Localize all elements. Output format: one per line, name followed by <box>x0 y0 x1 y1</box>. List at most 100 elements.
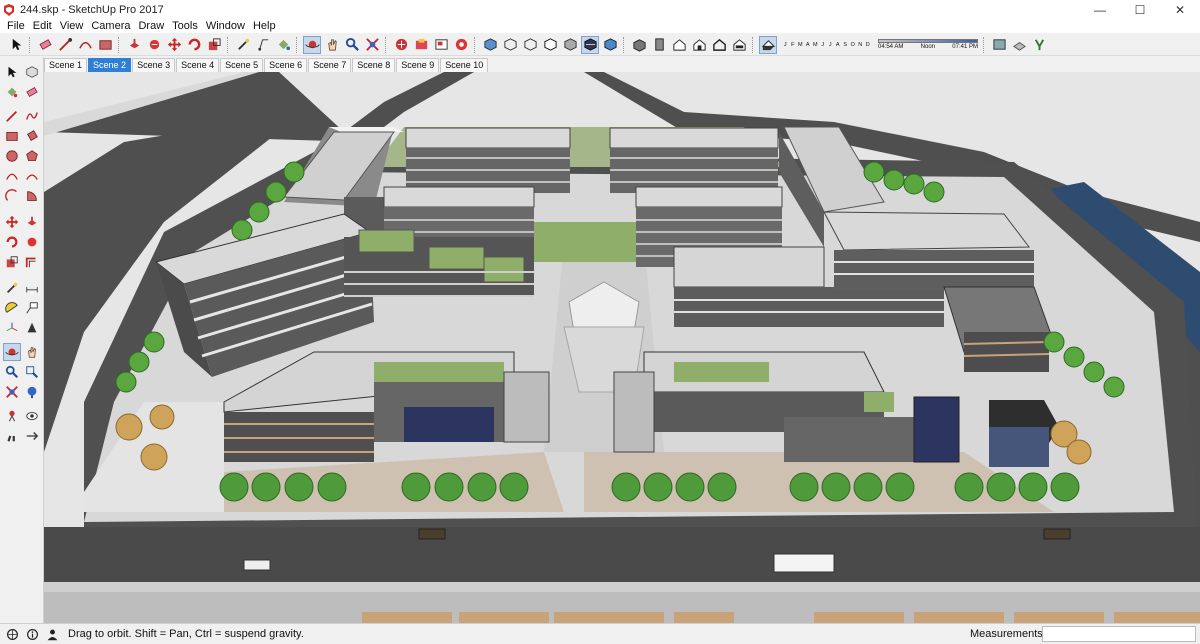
freehand-tool-icon[interactable] <box>23 107 41 125</box>
wireframe-style-icon[interactable] <box>521 36 539 54</box>
shaded-style-icon[interactable] <box>561 36 579 54</box>
rectangle-tool-icon[interactable] <box>96 36 114 54</box>
orbit-tool-icon[interactable] <box>3 343 21 361</box>
pan-tool-icon[interactable] <box>323 36 341 54</box>
menu-draw[interactable]: Draw <box>134 19 168 33</box>
follow-me-icon[interactable] <box>145 36 163 54</box>
monochrome-style-icon[interactable] <box>601 36 619 54</box>
tab-scene-1[interactable]: Scene 1 <box>44 58 88 72</box>
protractor-icon[interactable] <box>3 299 21 317</box>
iso-view-icon[interactable] <box>630 36 648 54</box>
geo-location-icon[interactable] <box>1030 36 1048 54</box>
right-view-icon[interactable] <box>690 36 708 54</box>
pie-tool-icon[interactable] <box>23 187 41 205</box>
rotate-tool-icon[interactable] <box>185 36 203 54</box>
scale-tool-icon[interactable] <box>3 253 21 271</box>
tape-measure-icon[interactable] <box>3 279 21 297</box>
look-around-icon[interactable] <box>23 407 41 425</box>
scale-tool-icon[interactable] <box>205 36 223 54</box>
zoom-tool-icon[interactable] <box>3 363 21 381</box>
text-tool-icon[interactable] <box>254 36 272 54</box>
tab-scene-9[interactable]: Scene 9 <box>396 58 440 72</box>
tape-measure-icon[interactable] <box>234 36 252 54</box>
tab-scene-4[interactable]: Scene 4 <box>176 58 220 72</box>
tab-scene-6[interactable]: Scene 6 <box>264 58 308 72</box>
zoom-extents-icon[interactable] <box>3 383 21 401</box>
line-tool-icon[interactable] <box>56 36 74 54</box>
menu-window[interactable]: Window <box>202 19 249 33</box>
text-tool-icon[interactable] <box>23 299 41 317</box>
3d-viewport[interactable] <box>44 72 1200 623</box>
move-tool-icon[interactable] <box>165 36 183 54</box>
offset-tool-icon[interactable] <box>23 253 41 271</box>
user-icon[interactable] <box>44 626 60 642</box>
extension-warehouse-icon[interactable] <box>412 36 430 54</box>
section-plane-icon[interactable] <box>23 427 41 445</box>
paint-bucket-icon[interactable] <box>274 36 292 54</box>
time-slider[interactable]: 04:54 AM Noon 07:41 PM <box>878 39 978 50</box>
rotated-rectangle-icon[interactable] <box>23 127 41 145</box>
select-tool-icon[interactable] <box>7 36 25 54</box>
measurements-input[interactable] <box>1042 626 1196 642</box>
layout-icon[interactable] <box>432 36 450 54</box>
3d-text-icon[interactable] <box>23 319 41 337</box>
month-slider[interactable]: J F M A M J J A S O N D <box>782 42 872 48</box>
menu-help[interactable]: Help <box>249 19 280 33</box>
circle-tool-icon[interactable] <box>3 147 21 165</box>
model-scene[interactable] <box>44 72 1200 623</box>
menu-tools[interactable]: Tools <box>168 19 202 33</box>
paint-bucket-icon[interactable] <box>3 83 21 101</box>
three-point-arc-icon[interactable] <box>3 187 21 205</box>
drape-icon[interactable] <box>1010 36 1028 54</box>
move-tool-icon[interactable] <box>3 213 21 231</box>
rectangle-tool-icon[interactable] <box>3 127 21 145</box>
arc-tool-icon[interactable] <box>76 36 94 54</box>
line-tool-icon[interactable] <box>3 107 21 125</box>
maximize-button[interactable]: ☐ <box>1120 0 1160 19</box>
pushpull-tool-icon[interactable] <box>23 213 41 231</box>
shaded-textures-style-icon[interactable] <box>581 35 599 54</box>
two-point-arc-icon[interactable] <box>23 167 41 185</box>
pushpull-tool-icon[interactable] <box>125 36 143 54</box>
menu-view[interactable]: View <box>56 19 88 33</box>
menu-camera[interactable]: Camera <box>87 19 134 33</box>
warehouse-icon[interactable] <box>392 36 410 54</box>
back-view-icon[interactable] <box>710 36 728 54</box>
tab-scene-3[interactable]: Scene 3 <box>132 58 176 72</box>
geo-location-status-icon[interactable] <box>4 626 20 642</box>
follow-me-icon[interactable] <box>23 233 41 251</box>
menu-edit[interactable]: Edit <box>29 19 56 33</box>
axes-tool-icon[interactable] <box>3 319 21 337</box>
eraser-tool-icon[interactable] <box>36 36 54 54</box>
backedges-style-icon[interactable] <box>501 36 519 54</box>
hidden-line-style-icon[interactable] <box>541 36 559 54</box>
time-bar[interactable] <box>878 39 978 43</box>
tab-scene-10[interactable]: Scene 10 <box>440 58 489 72</box>
front-view-icon[interactable] <box>670 36 688 54</box>
left-view-icon[interactable] <box>730 36 748 54</box>
menu-file[interactable]: File <box>3 19 29 33</box>
tab-scene-2[interactable]: Scene 2 <box>88 58 132 72</box>
rotate-tool-icon[interactable] <box>3 233 21 251</box>
shadows-toggle-icon[interactable] <box>759 35 777 54</box>
previous-view-icon[interactable] <box>23 383 41 401</box>
make-component-icon[interactable] <box>23 63 41 81</box>
tab-scene-8[interactable]: Scene 8 <box>352 58 396 72</box>
top-view-icon[interactable] <box>650 36 668 54</box>
tab-scene-7[interactable]: Scene 7 <box>308 58 352 72</box>
xray-style-icon[interactable] <box>481 36 499 54</box>
polygon-tool-icon[interactable] <box>23 147 41 165</box>
zoom-extents-icon[interactable] <box>363 36 381 54</box>
dimension-tool-icon[interactable] <box>23 279 41 297</box>
minimize-button[interactable]: — <box>1080 0 1120 19</box>
arc-tool-icon[interactable] <box>3 167 21 185</box>
select-tool-icon[interactable] <box>3 63 21 81</box>
pan-tool-icon[interactable] <box>23 343 41 361</box>
credits-info-icon[interactable] <box>24 626 40 642</box>
eraser-tool-icon[interactable] <box>23 83 41 101</box>
sandbox-icon[interactable] <box>990 36 1008 54</box>
share-model-icon[interactable] <box>452 36 470 54</box>
zoom-window-icon[interactable] <box>23 363 41 381</box>
zoom-tool-icon[interactable] <box>343 36 361 54</box>
tab-scene-5[interactable]: Scene 5 <box>220 58 264 72</box>
